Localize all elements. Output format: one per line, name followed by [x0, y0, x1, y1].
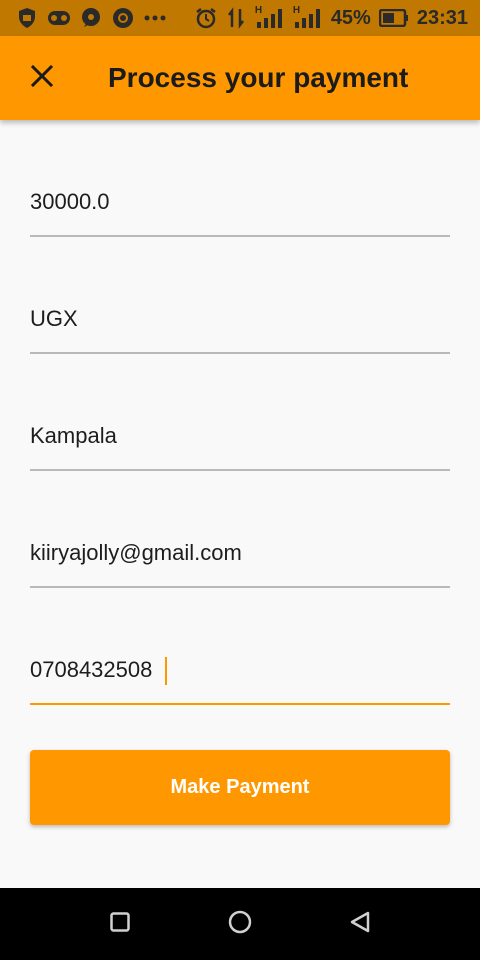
payment-form [30, 120, 450, 705]
back-triangle-icon [349, 911, 371, 938]
home-button[interactable] [216, 900, 264, 948]
alarm-icon [195, 7, 217, 29]
amount-field[interactable] [30, 181, 450, 237]
currency-field-container [30, 237, 450, 354]
recents-square-icon [110, 911, 130, 937]
battery-percent: 45% [330, 6, 371, 29]
city-field-container [30, 354, 450, 471]
page-title: Process your payment [108, 62, 409, 93]
phone-field[interactable] [30, 649, 450, 705]
recents-button[interactable] [96, 900, 144, 948]
signal-icon: H [292, 5, 323, 29]
text-cursor [165, 657, 167, 685]
email-field-container [30, 471, 450, 588]
messenger-icon [80, 7, 102, 29]
app-bar: Process your payment [0, 36, 480, 120]
chrome-icon [112, 7, 134, 29]
shield-icon [16, 7, 38, 29]
network-type-label: H [292, 5, 301, 16]
battery-icon [378, 7, 409, 29]
system-nav-bar [0, 888, 480, 960]
home-circle-icon [228, 910, 252, 939]
voicemail-icon [48, 7, 70, 29]
status-notification-icons [16, 7, 166, 29]
close-button[interactable] [0, 36, 84, 120]
close-icon [30, 64, 54, 93]
status-bar: H H 45% 23:31 [0, 0, 480, 36]
signal-icon: H [254, 5, 285, 29]
network-type-label: H [254, 5, 263, 16]
more-dots-icon [144, 7, 166, 29]
make-payment-button[interactable]: Make Payment [30, 750, 450, 825]
amount-field-container [30, 120, 450, 237]
status-system-icons: H H 45% 23:31 [195, 5, 468, 30]
city-field[interactable] [30, 415, 450, 471]
email-field[interactable] [30, 532, 450, 588]
clock: 23:31 [416, 6, 468, 29]
data-transfer-icon [225, 7, 247, 29]
currency-field[interactable] [30, 298, 450, 354]
back-button[interactable] [336, 900, 384, 948]
phone-field-container [30, 588, 450, 705]
